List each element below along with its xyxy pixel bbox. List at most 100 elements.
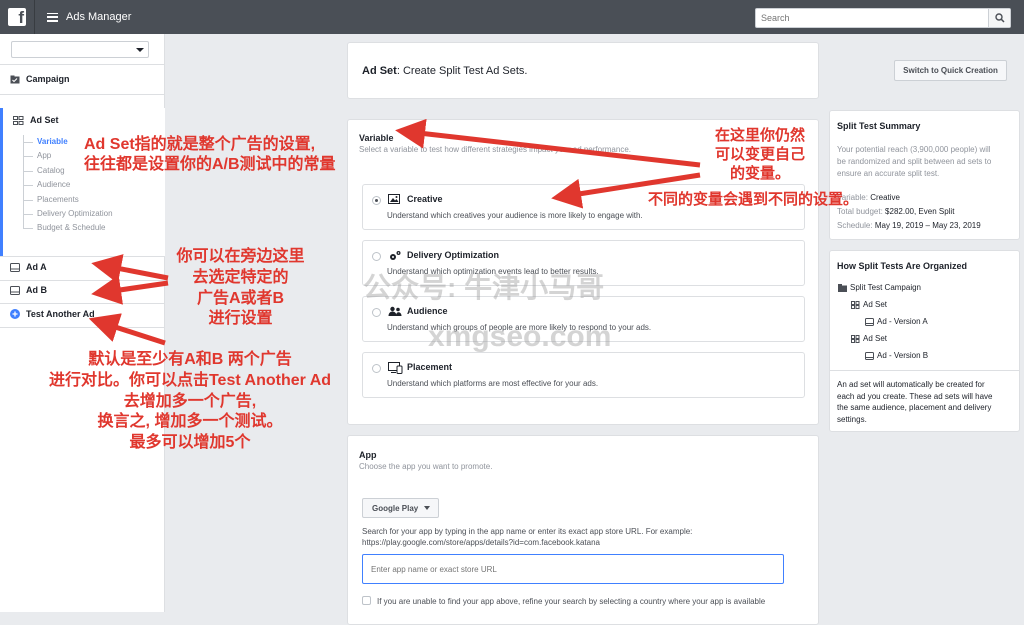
app-search-input[interactable] <box>362 554 784 584</box>
divider <box>0 256 165 257</box>
hamburger-menu-icon[interactable] <box>47 12 58 22</box>
logo-letter: f <box>18 8 24 27</box>
ad-icon <box>10 285 20 295</box>
app-title: Ads Manager <box>66 11 132 23</box>
topbar-divider <box>34 0 35 34</box>
divider <box>830 370 1019 371</box>
summary-budget-value: $282.00, Even Split <box>885 207 955 216</box>
note-line: the same audience, placement and deliver… <box>837 403 992 412</box>
country-refine-checkbox[interactable] <box>362 596 371 605</box>
summary-title: Split Test Summary <box>837 121 921 131</box>
sidebar-item-ad-b[interactable]: Ad B <box>10 285 47 295</box>
page-title-rest: : Create Split Test Ad Sets. <box>396 65 528 77</box>
annotation-line: Ad Set指的就是整个广告的设置, <box>84 136 316 153</box>
option-name: Creative <box>407 194 443 204</box>
annotation-line: 最多可以增加5个 <box>129 434 251 452</box>
annotation-default: 默认是至少有A和B 两个广告 进行对比。你可以点击Test Another Ad… <box>20 350 360 454</box>
tree-item-audience[interactable]: Audience <box>20 178 160 192</box>
org-row-adset: Ad Set <box>851 334 887 343</box>
radio-button[interactable] <box>372 364 381 373</box>
annotation-line: 的变量。 <box>729 165 790 183</box>
note-line: settings. <box>837 414 867 424</box>
org-row-label: Ad Set <box>863 334 888 343</box>
variable-title: Variable <box>359 133 394 143</box>
annotation-variable: 在这里你仍然 可以变更自己 的变量。 <box>700 126 820 184</box>
summary-schedule: Schedule: May 19, 2019 – May 23, 2019 <box>837 220 981 232</box>
note-line: each ad you create. These ad sets will h… <box>837 391 993 401</box>
test-another-ad-label: Test Another Ad <box>26 309 95 319</box>
org-row-label: Ad Set <box>863 300 888 309</box>
chevron-down-icon <box>136 48 144 52</box>
radio-button[interactable] <box>372 252 381 261</box>
annotation-line: 可以变更自己 <box>714 146 805 164</box>
app-help-line-2: https://play.google.com/store/apps/detai… <box>362 538 600 547</box>
summary-variable-value: Creative <box>870 193 901 202</box>
switch-to-quick-creation-button[interactable]: Switch to Quick Creation <box>894 60 1007 81</box>
option-description: Understand which platforms are most effe… <box>387 379 599 388</box>
sidebar-ad-b-label: Ad B <box>26 285 47 295</box>
adset-header-card: Ad Set: Create Split Test Ad Sets. Switc… <box>347 42 1007 99</box>
tree-item-budget-schedule[interactable]: Budget & Schedule <box>20 221 160 235</box>
divider <box>0 280 165 281</box>
variable-option-placement[interactable]: Placement Understand which platforms are… <box>362 352 805 398</box>
search-button[interactable] <box>988 9 1010 27</box>
option-description: Understand which creatives your audience… <box>387 211 643 220</box>
option-name: Placement <box>407 362 453 372</box>
account-select[interactable] <box>11 41 149 58</box>
gears-icon <box>388 250 402 265</box>
reach-line: Your potential reach (3,900,000 people) … <box>837 145 991 154</box>
devices-icon <box>388 362 403 377</box>
chevron-down-icon <box>424 506 431 510</box>
sidebar-campaign-label: Campaign <box>26 74 70 84</box>
annotation-line: 往往都是设置你的A/B测试中的常量 <box>84 156 336 174</box>
campaign-folder-icon <box>10 75 20 84</box>
app-help-line-1: Search for your app by typing in the app… <box>362 527 693 536</box>
watermark-text: xmgseo.com <box>428 320 612 353</box>
sidebar-item-adset[interactable]: Ad Set <box>13 115 59 125</box>
ad-icon <box>10 262 20 272</box>
app-subtitle: Choose the app you want to promote. <box>359 462 493 471</box>
divider <box>0 64 165 65</box>
top-bar: f Ads Manager <box>0 0 1024 34</box>
reach-line: be randomized and split between ad sets … <box>837 157 992 166</box>
divider <box>0 94 165 95</box>
summary-schedule-label: Schedule: <box>837 221 873 230</box>
watermark-text: 公众号: 牛津小马哥 <box>363 272 605 303</box>
org-row-campaign: Split Test Campaign <box>838 283 921 292</box>
annotation-line: 在这里你仍然 <box>714 127 805 144</box>
annotation-line: 进行对比。你可以点击Test Another Ad <box>48 371 332 389</box>
sidebar: Campaign Ad Set Variable App Catalog Aud… <box>0 34 165 612</box>
image-icon <box>388 194 401 208</box>
sidebar-item-ad-a[interactable]: Ad A <box>10 262 47 272</box>
sidebar-adset-label: Ad Set <box>30 115 59 125</box>
adset-grid-icon <box>851 300 860 309</box>
org-row-label: Ad - Version B <box>877 351 929 360</box>
ad-icon <box>865 317 874 326</box>
tree-item-placements[interactable]: Placements <box>20 193 160 207</box>
adset-grid-icon <box>851 334 860 343</box>
reach-line: ensure an accurate split test. <box>837 169 940 178</box>
search-input[interactable] <box>756 9 988 27</box>
campaign-folder-icon <box>838 283 847 292</box>
app-card: App Choose the app you want to promote. … <box>347 435 819 625</box>
radio-button[interactable] <box>372 196 381 205</box>
adset-grid-icon <box>13 115 24 125</box>
org-row-adset: Ad Set <box>851 300 887 309</box>
test-another-ad-button[interactable]: Test Another Ad <box>10 309 95 319</box>
annotation-line: 默认是至少有A和B 两个广告 <box>88 351 292 368</box>
note-line: An ad set will automatically be created … <box>837 380 985 389</box>
app-store-select[interactable]: Google Play <box>362 498 439 518</box>
split-test-summary-card: Split Test Summary Your potential reach … <box>829 110 1020 240</box>
summary-reach-text: Your potential reach (3,900,000 people) … <box>837 144 991 180</box>
sidebar-item-campaign[interactable]: Campaign <box>10 74 70 84</box>
tree-item-delivery-optimization[interactable]: Delivery Optimization <box>20 207 160 221</box>
facebook-logo-icon[interactable]: f <box>8 8 26 27</box>
app-title: App <box>359 450 377 460</box>
radio-button[interactable] <box>372 308 381 317</box>
search-icon <box>994 13 1005 23</box>
variable-subtitle: Select a variable to test how different … <box>359 145 631 154</box>
annotation-line: 换言之, 增加多一个测试。 <box>97 413 283 431</box>
search-box <box>755 8 1011 28</box>
people-icon <box>388 306 402 320</box>
divider <box>0 327 165 328</box>
